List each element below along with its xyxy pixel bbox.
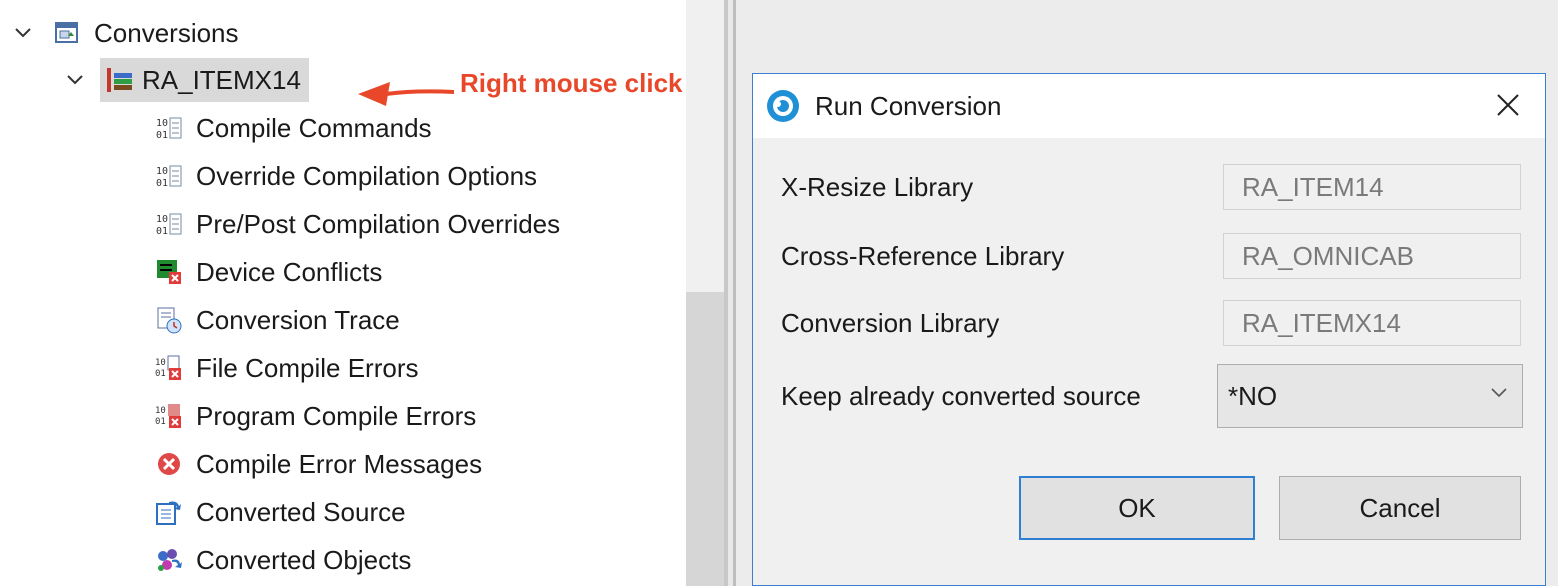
cross-reference-library-label: Cross-Reference Library (781, 241, 1065, 271)
tree-item-label: Override Compilation Options (196, 160, 538, 191)
device-conflict-icon (154, 257, 184, 287)
dialog-title: Run Conversion (815, 90, 1002, 121)
svg-text:10: 10 (156, 166, 168, 177)
tree-item-program-compile-errors[interactable]: 10 01 Program Compile Errors (154, 393, 476, 439)
conversion-library-field: RA_ITEMX14 (1223, 300, 1521, 346)
tree-item-label: Converted Source (196, 496, 406, 527)
svg-text:01: 01 (156, 226, 168, 237)
converted-objects-icon (154, 545, 184, 575)
tree-item-label: RA_ITEMX14 (142, 64, 301, 95)
svg-text:10: 10 (155, 406, 166, 416)
file-error-icon: 10 01 (154, 353, 184, 383)
ok-button[interactable]: OK (1019, 476, 1255, 540)
svg-text:10: 10 (155, 358, 166, 368)
converted-source-icon (154, 497, 184, 527)
conversions-folder-icon (52, 18, 82, 48)
tree-item-label: Device Conflicts (196, 256, 383, 287)
close-button[interactable] (1491, 88, 1525, 122)
tree-item-ra-itemx14[interactable]: RA_ITEMX14 (62, 57, 309, 103)
chevron-down-icon[interactable] (10, 20, 36, 46)
svg-text:01: 01 (156, 178, 168, 189)
cancel-button[interactable]: Cancel (1279, 476, 1521, 540)
svg-text:10: 10 (156, 214, 168, 225)
tree-item-label: Conversion Trace (196, 304, 400, 335)
tree-item-conversion-trace[interactable]: Conversion Trace (154, 297, 400, 343)
tree-item-label: Conversions (94, 17, 239, 48)
keep-converted-source-select[interactable]: *NO (1217, 364, 1523, 428)
app-icon (765, 88, 801, 124)
program-error-icon: 10 01 (154, 401, 184, 431)
tree-item-conversions[interactable]: Conversions (10, 10, 239, 56)
conversion-library-label: Conversion Library (781, 308, 1000, 338)
tree-item-label: Compile Error Messages (196, 448, 483, 479)
scrollbar-thumb[interactable] (686, 292, 724, 586)
library-icon (104, 65, 134, 95)
selected-tree-item[interactable]: RA_ITEMX14 (100, 58, 309, 102)
run-conversion-dialog: Run Conversion X-Resize Library RA_ITEM1… (752, 73, 1546, 586)
dialog-titlebar: Run Conversion (753, 74, 1545, 138)
tree-item-pre-post-compilation-overrides[interactable]: 10 01 Pre/Post Compilation Overrides (154, 201, 560, 247)
select-value: *NO (1228, 380, 1278, 411)
svg-text:01: 01 (155, 417, 166, 427)
tree-item-compile-error-messages[interactable]: Compile Error Messages (154, 441, 482, 487)
binary-list-icon: 10 01 (154, 161, 184, 191)
binary-list-icon: 10 01 (154, 113, 184, 143)
tree-item-converted-objects[interactable]: Converted Objects (154, 537, 411, 583)
tree-scrollbar[interactable] (686, 0, 724, 586)
svg-text:10: 10 (156, 118, 168, 129)
trace-icon (154, 305, 184, 335)
tree-item-label: Program Compile Errors (196, 400, 477, 431)
keep-converted-source-label: Keep already converted source (781, 381, 1141, 411)
tree-panel: Conversions RA_ITEMX14 10 01 Compile Comma… (0, 0, 684, 586)
tree-item-converted-source[interactable]: Converted Source (154, 489, 406, 535)
svg-text:01: 01 (155, 369, 166, 379)
annotation-label: Right mouse click (460, 68, 683, 98)
tree-item-label: Converted Objects (196, 544, 412, 575)
svg-text:01: 01 (156, 130, 168, 141)
dialog-body: X-Resize Library RA_ITEM14 Cross-Referen… (753, 138, 1545, 585)
error-circle-icon (154, 449, 184, 479)
tree-item-label: Pre/Post Compilation Overrides (196, 208, 561, 239)
x-resize-library-label: X-Resize Library (781, 172, 974, 202)
tree-item-file-compile-errors[interactable]: 10 01 File Compile Errors (154, 345, 419, 391)
chevron-down-icon (1491, 388, 1507, 398)
cross-reference-library-field: RA_OMNICAB (1223, 233, 1521, 279)
chevron-down-icon[interactable] (62, 67, 88, 93)
close-icon[interactable] (1496, 93, 1520, 117)
tree-item-label: File Compile Errors (196, 352, 419, 383)
tree-item-device-conflicts[interactable]: Device Conflicts (154, 249, 382, 295)
binary-list-icon: 10 01 (154, 209, 184, 239)
tree-item-label: Compile Commands (196, 112, 432, 143)
x-resize-library-field: RA_ITEM14 (1223, 164, 1521, 210)
tree-item-override-compilation-options[interactable]: 10 01 Override Compilation Options (154, 153, 537, 199)
arrow-left-icon (358, 82, 455, 106)
